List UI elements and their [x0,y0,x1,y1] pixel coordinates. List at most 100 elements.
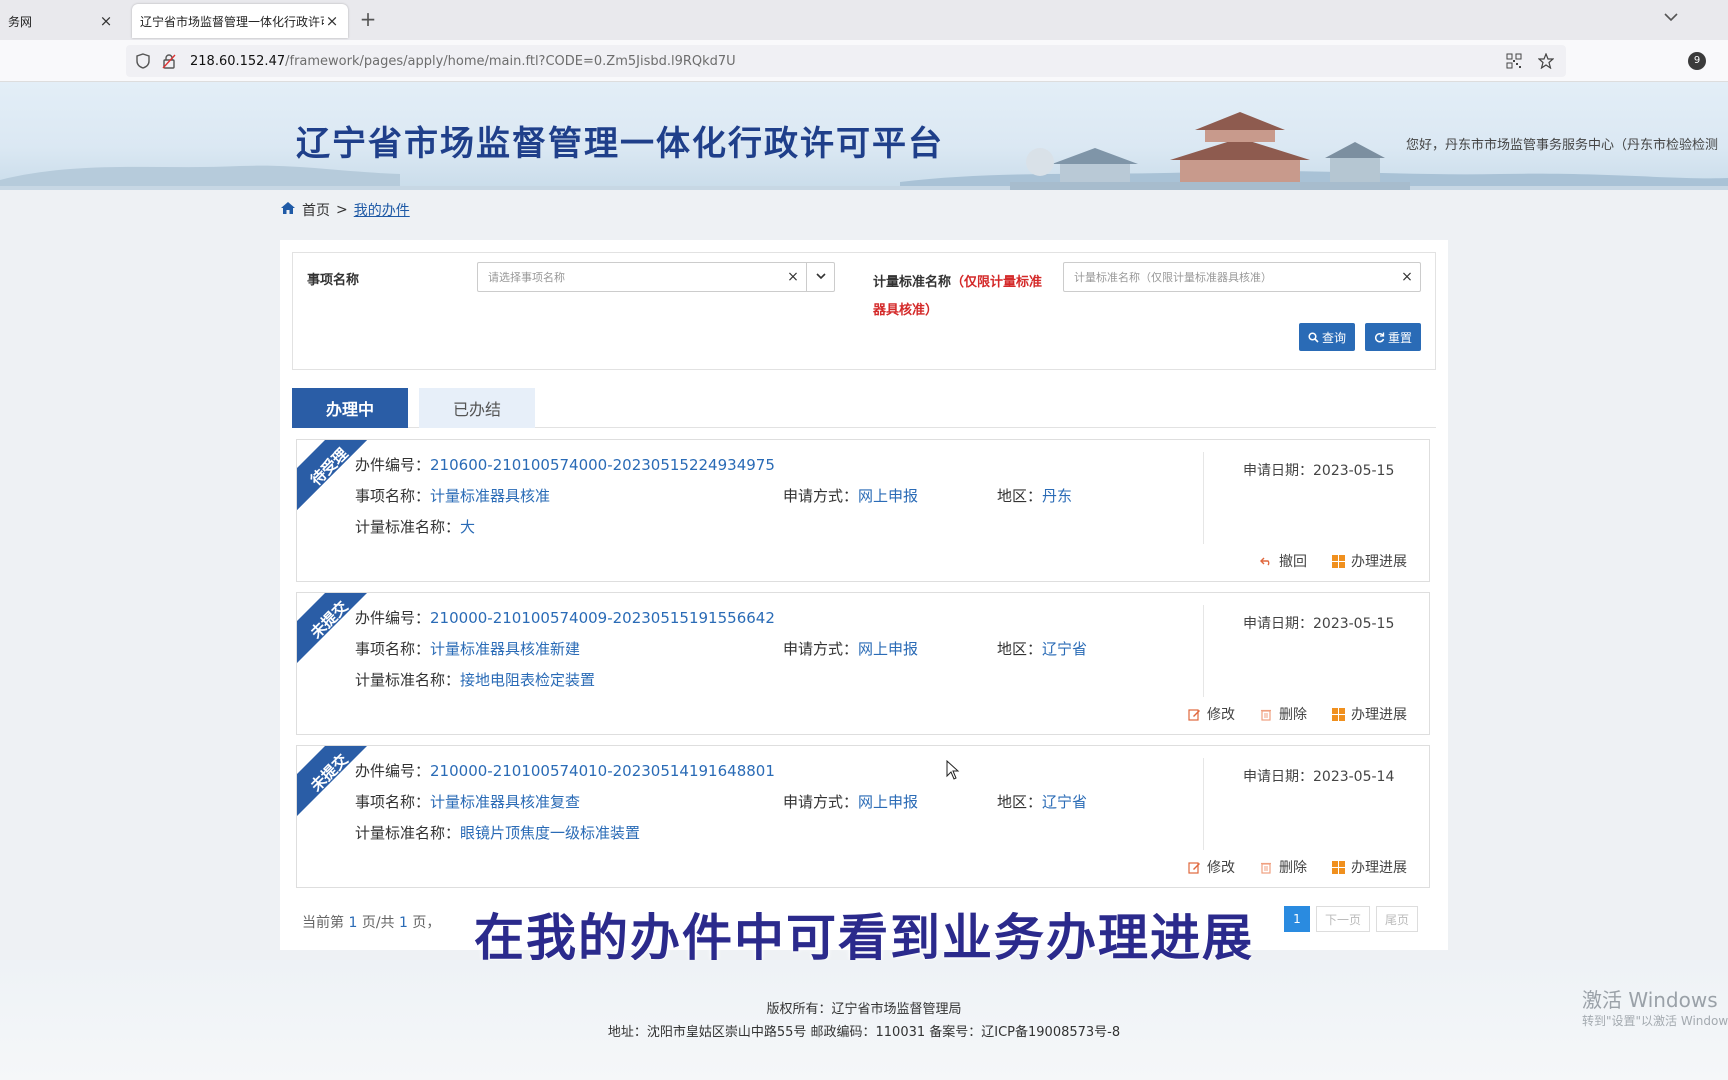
case-no-label: 办件编号： [355,762,431,780]
apply-method-row: 申请方式：网上申报 [783,638,918,659]
apply-date: 申请日期：2023-05-15 [1243,460,1394,480]
case-no-row: 办件编号：210600-210100574000-202305152249349… [355,454,775,475]
edit-button[interactable]: 修改 [1187,704,1235,724]
browser-tab[interactable]: 务网 × [0,4,122,38]
std-name-value: 大 [460,518,476,536]
url-text: 218.60.152.47/framework/pages/apply/home… [190,54,736,69]
region-value: 丹东 [1042,487,1073,505]
progress-label: 办理进展 [1351,707,1407,723]
edit-label: 修改 [1207,860,1235,876]
site-header-banner: 辽宁省市场监督管理一体化行政许可平台 您好，丹东市市场监管事务服务中心（丹东市检… [0,82,1728,190]
query-label: 查询 [1321,330,1346,345]
extension-badge[interactable]: 9 [1688,52,1706,70]
delete-button[interactable]: 删除 [1259,857,1307,877]
close-icon[interactable]: × [98,12,114,30]
close-icon[interactable]: × [324,12,340,30]
site-title: 辽宁省市场监督管理一体化行政许可平台 [296,124,944,164]
apply-method-value: 网上申报 [858,640,919,658]
reset-label: 重置 [1387,330,1412,345]
edit-button[interactable]: 修改 [1187,857,1235,877]
std-name-field-label: 计量标准名称： [355,824,461,842]
withdraw-button[interactable]: 撤回 [1259,551,1307,571]
refresh-icon [1374,332,1385,342]
divider [1203,758,1204,850]
item-name-row: 事项名称：计量标准器具核准新建 [355,638,580,659]
apply-date: 申请日期：2023-05-14 [1243,766,1394,786]
undo-icon [1259,554,1273,568]
welcome-text: 您好，丹东市市场监管事务服务中心（丹东市检验检测 [1406,138,1719,153]
region-row: 地区：辽宁省 [997,791,1087,812]
apply-method-label: 申请方式： [783,793,859,811]
apply-date-value: 2023-05-15 [1313,616,1395,632]
card-actions: 撤回 办理进展 [1259,551,1407,571]
breadcrumb-current[interactable]: 我的办件 [354,200,410,220]
tab-title: 务网 [8,14,33,29]
case-no-link[interactable]: 210000-210100574010-20230514191648801 [430,762,775,780]
withdraw-label: 撤回 [1279,554,1307,570]
case-no-label: 办件编号： [355,456,431,474]
region-value: 辽宁省 [1042,793,1088,811]
breadcrumb: 首页 > 我的办件 [280,200,410,220]
edit-icon [1187,860,1201,874]
new-tab-icon[interactable]: + [358,8,378,32]
qr-code-icon[interactable] [1504,51,1524,71]
footer-copyright: 版权所有：辽宁省市场监督管理局 [766,1002,962,1017]
std-name-input[interactable]: 计量标准名称（仅限计量标准器具核准） × [1063,262,1421,292]
std-name-label: 计量标准名称（仅限计量标准器具核准） [873,269,1043,325]
progress-button[interactable]: 办理进展 [1331,551,1407,571]
clear-icon[interactable]: × [780,269,806,285]
url-path: /framework/pages/apply/home/main.ftl?COD… [285,53,736,69]
item-name-value: 计量标准器具核准新建 [430,640,581,658]
edit-icon [1187,707,1201,721]
tab-in-progress[interactable]: 办理中 [292,388,408,428]
item-name-field-label: 事项名称： [355,793,431,811]
item-name-field-label: 事项名称： [355,640,431,658]
region-label: 地区： [997,793,1043,811]
trash-icon [1259,707,1273,721]
apply-method-value: 网上申报 [858,487,919,505]
delete-button[interactable]: 删除 [1259,704,1307,724]
breadcrumb-home[interactable]: 首页 [302,200,330,220]
status-tabs: 办理中 已办结 [292,388,1436,428]
browser-tab-active[interactable]: 辽宁省市场监督管理一体化行政许可 × [132,4,348,38]
chevron-down-icon[interactable] [806,263,834,291]
card-actions: 修改 删除 办理进展 [1187,857,1407,877]
star-icon[interactable] [1536,51,1556,71]
progress-button[interactable]: 办理进展 [1331,857,1407,877]
browser-toolbar: 218.60.152.47/framework/pages/apply/home… [0,40,1728,82]
apply-date-value: 2023-05-14 [1313,769,1395,785]
insecure-lock-icon[interactable] [160,52,178,70]
region-label: 地区： [997,487,1043,505]
home-icon[interactable] [280,201,296,219]
region-row: 地区：丹东 [997,485,1072,506]
apply-date-label: 申请日期： [1243,769,1313,785]
item-name-row: 事项名称：计量标准器具核准 [355,485,550,506]
url-actions [1504,51,1556,71]
site-footer: 版权所有：辽宁省市场监督管理局 地址：沈阳市皇姑区崇山中路55号 邮政编码：11… [0,960,1728,1080]
chevron-down-icon[interactable] [1664,10,1678,26]
item-name-value: 计量标准器具核准 [430,487,551,505]
shield-icon[interactable] [134,52,152,70]
mouse-cursor-icon [946,760,960,780]
reset-button[interactable]: 重置 [1365,323,1421,351]
case-card: 未提交 办件编号：210000-210100574010-20230514191… [296,745,1430,888]
progress-button[interactable]: 办理进展 [1331,704,1407,724]
clear-icon[interactable]: × [1394,269,1420,285]
footer-address: 地址：沈阳市皇姑区崇山中路55号 邮政编码：110031 备案号：辽ICP备19… [607,1025,1121,1040]
std-name-row: 计量标准名称：眼镜片顶焦度一级标准装置 [355,822,640,843]
address-bar[interactable]: 218.60.152.47/framework/pages/apply/home… [126,45,1566,77]
item-name-value: 计量标准器具核准复查 [430,793,581,811]
item-name-row: 事项名称：计量标准器具核准复查 [355,791,580,812]
case-no-link[interactable]: 210600-210100574000-20230515224934975 [430,456,775,474]
region-label: 地区： [997,640,1043,658]
grid-icon [1331,707,1345,721]
region-value: 辽宁省 [1042,640,1088,658]
item-name-select[interactable]: 请选择事项名称 × [477,262,835,292]
grid-icon [1331,554,1345,568]
url-host: 218.60.152.47 [190,53,286,69]
query-button[interactable]: 查询 [1299,323,1355,351]
edit-label: 修改 [1207,707,1235,723]
case-no-link[interactable]: 210000-210100574009-20230515191556642 [430,609,775,627]
case-no-row: 办件编号：210000-210100574009-202305151915566… [355,607,775,628]
tab-completed[interactable]: 已办结 [419,388,535,428]
